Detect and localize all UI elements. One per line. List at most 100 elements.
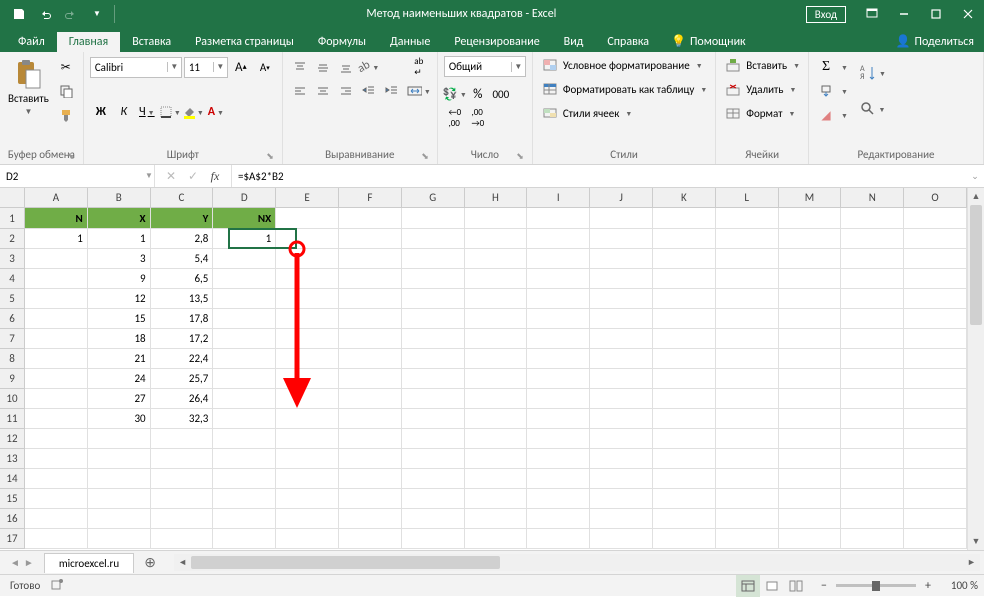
cell[interactable]: [904, 489, 967, 509]
row-header[interactable]: 12: [0, 429, 25, 449]
row-header[interactable]: 6: [0, 309, 25, 329]
cell[interactable]: [716, 309, 779, 329]
cell[interactable]: [88, 469, 151, 489]
cell[interactable]: [527, 309, 590, 329]
cell[interactable]: [402, 489, 465, 509]
cell[interactable]: [841, 269, 904, 289]
cell[interactable]: [779, 369, 842, 389]
cell[interactable]: [151, 489, 214, 509]
cell[interactable]: [716, 509, 779, 529]
cell[interactable]: [276, 469, 339, 489]
cell[interactable]: [590, 469, 653, 489]
cell[interactable]: [527, 208, 590, 229]
merge-button[interactable]: ▼: [407, 80, 431, 102]
cell[interactable]: [779, 429, 842, 449]
cell[interactable]: [716, 229, 779, 249]
cell[interactable]: [465, 329, 528, 349]
cell[interactable]: [527, 229, 590, 249]
cell[interactable]: 1: [25, 229, 88, 249]
cell[interactable]: [904, 269, 967, 289]
cell[interactable]: [276, 429, 339, 449]
redo-icon[interactable]: [60, 3, 82, 25]
cell[interactable]: [276, 489, 339, 509]
sheet-tab[interactable]: microexcel.ru: [44, 553, 134, 573]
cell[interactable]: [904, 409, 967, 429]
vertical-scrollbar[interactable]: ▲ ▼: [967, 188, 984, 550]
minimize-icon[interactable]: [888, 0, 920, 28]
cell[interactable]: [904, 208, 967, 229]
cell[interactable]: [779, 249, 842, 269]
underline-button[interactable]: Ч▼: [136, 101, 158, 123]
row-header[interactable]: 7: [0, 329, 25, 349]
cell[interactable]: [151, 509, 214, 529]
cell[interactable]: [276, 289, 339, 309]
cell[interactable]: [465, 349, 528, 369]
name-box-input[interactable]: [0, 170, 144, 183]
cell[interactable]: [653, 369, 716, 389]
increase-decimal-button[interactable]: ←0,00: [444, 107, 466, 129]
row-header[interactable]: 8: [0, 349, 25, 369]
cell[interactable]: [841, 309, 904, 329]
cell[interactable]: [527, 489, 590, 509]
cell[interactable]: [465, 289, 528, 309]
cell[interactable]: 25,7: [151, 369, 214, 389]
cell[interactable]: 30: [88, 409, 151, 429]
cell[interactable]: [339, 369, 402, 389]
cell[interactable]: 17,2: [151, 329, 214, 349]
cell[interactable]: [25, 269, 88, 289]
column-header[interactable]: N: [841, 188, 904, 208]
cell[interactable]: [213, 529, 276, 549]
clear-button[interactable]: ◢: [815, 104, 837, 126]
cell[interactable]: [779, 208, 842, 229]
increase-indent-button[interactable]: [381, 80, 403, 102]
cell[interactable]: [716, 329, 779, 349]
row-header[interactable]: 17: [0, 529, 25, 549]
cell[interactable]: [904, 529, 967, 549]
cell[interactable]: [841, 349, 904, 369]
bold-button[interactable]: Ж: [90, 101, 112, 123]
insert-function-button[interactable]: fx: [205, 166, 225, 186]
column-header[interactable]: B: [88, 188, 151, 208]
cell[interactable]: [213, 389, 276, 409]
decrease-decimal-button[interactable]: ,00→0: [467, 107, 489, 129]
cell[interactable]: [590, 509, 653, 529]
cell[interactable]: [213, 469, 276, 489]
cell[interactable]: [653, 409, 716, 429]
cell[interactable]: 18: [88, 329, 151, 349]
cell[interactable]: [465, 529, 528, 549]
tab-data[interactable]: Данные: [378, 32, 442, 52]
tab-insert[interactable]: Вставка: [120, 32, 183, 52]
cell[interactable]: [25, 369, 88, 389]
cell[interactable]: 6,5: [151, 269, 214, 289]
cell[interactable]: [339, 269, 402, 289]
cell[interactable]: [590, 249, 653, 269]
cell[interactable]: [653, 529, 716, 549]
increase-font-button[interactable]: A▴: [230, 56, 252, 78]
scroll-up-icon[interactable]: ▲: [968, 188, 984, 205]
cell[interactable]: [402, 449, 465, 469]
normal-view-button[interactable]: [736, 575, 760, 597]
cell[interactable]: [527, 529, 590, 549]
cell[interactable]: [904, 249, 967, 269]
formula-input[interactable]: =$A$2*B2: [232, 165, 966, 187]
cell[interactable]: [339, 229, 402, 249]
cell[interactable]: [151, 469, 214, 489]
cell[interactable]: [25, 389, 88, 409]
cell[interactable]: [151, 429, 214, 449]
cell[interactable]: [402, 289, 465, 309]
cell[interactable]: [527, 289, 590, 309]
cell[interactable]: [276, 369, 339, 389]
cell[interactable]: 24: [88, 369, 151, 389]
cell[interactable]: [25, 249, 88, 269]
cell[interactable]: [213, 449, 276, 469]
cell[interactable]: [465, 389, 528, 409]
select-all-corner[interactable]: [0, 188, 25, 208]
align-center-button[interactable]: [312, 80, 334, 102]
cell[interactable]: [402, 409, 465, 429]
cell[interactable]: [590, 489, 653, 509]
save-icon[interactable]: [8, 3, 30, 25]
cell[interactable]: [779, 469, 842, 489]
cell[interactable]: [527, 429, 590, 449]
italic-button[interactable]: К: [113, 101, 135, 123]
cell[interactable]: [88, 509, 151, 529]
